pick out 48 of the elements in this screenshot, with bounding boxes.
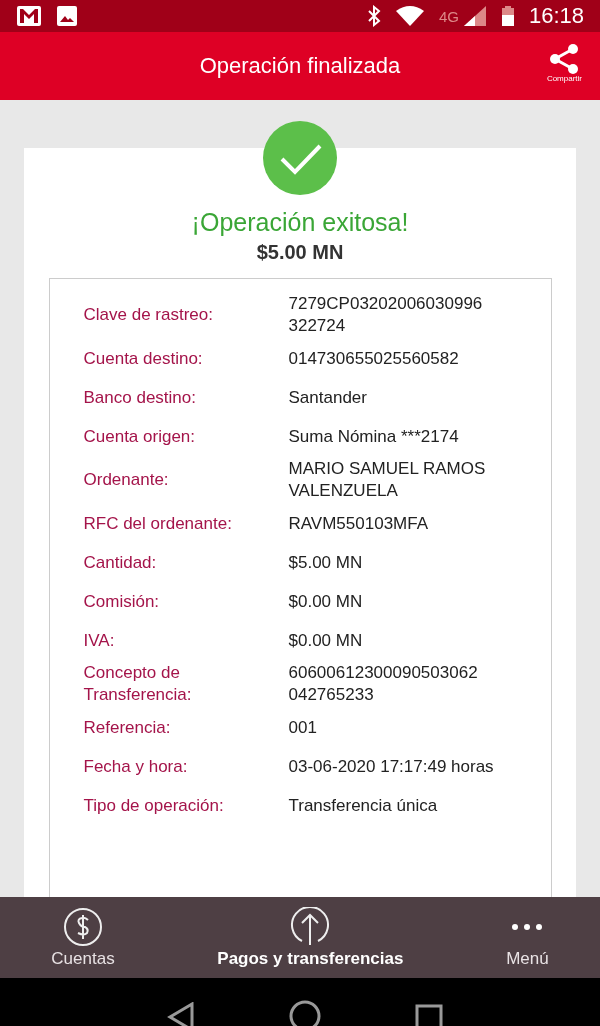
detail-label: Concepto de Transferencia: — [83, 662, 193, 706]
share-icon — [548, 44, 581, 74]
bluetooth-icon — [366, 5, 381, 27]
detail-value: $5.00 MN — [288, 551, 363, 574]
clock: 16:18 — [528, 3, 584, 29]
detail-label: Clave de rastreo: — [83, 304, 214, 326]
detail-label: Comisión: — [83, 590, 161, 613]
share-button[interactable]: Compartir — [546, 44, 582, 83]
screen-title: Operación finalizada — [199, 53, 401, 79]
detail-label: Banco destino: — [83, 386, 197, 409]
image-icon — [56, 5, 78, 27]
detail-value: $0.00 MN — [288, 590, 363, 613]
more-icon — [512, 923, 543, 930]
signal-icon — [462, 5, 487, 27]
mail-icon — [16, 5, 42, 27]
dollar-icon — [63, 906, 103, 947]
back-icon[interactable] — [167, 1002, 195, 1026]
detail-value: 014730655025560582 — [288, 347, 459, 370]
detail-value: Santander — [288, 386, 367, 409]
detail-label: Tipo de operación: — [83, 794, 225, 817]
detail-value: Suma Nómina ***2174 — [288, 425, 459, 448]
detail-label: Cuenta origen: — [83, 425, 197, 448]
detail-value: RAVM550103MFA — [288, 512, 429, 535]
detail-value: 03-06-2020 17:17:49 horas — [288, 755, 494, 778]
network-type: 4G — [438, 7, 459, 25]
detail-label: IVA: — [83, 629, 116, 652]
amount: $5.00 MN — [256, 241, 344, 264]
upload-icon — [290, 906, 331, 947]
detail-label: RFC del ordenante: — [83, 512, 233, 535]
home-icon[interactable] — [289, 1000, 321, 1026]
detail-value: 60600612300090503062 042765233 — [288, 662, 478, 706]
nav-tab[interactable]: Menú — [506, 906, 549, 969]
detail-label: Fecha y hora: — [83, 755, 189, 778]
detail-label: Cantidad: — [83, 551, 158, 574]
detail-label: Referencia: — [83, 716, 172, 739]
success-title: ¡Operación exitosa! — [191, 208, 409, 237]
detail-value: Transferencia única — [288, 794, 438, 817]
detail-value: $0.00 MN — [288, 629, 363, 652]
detail-label: Cuenta destino: — [83, 347, 204, 370]
recents-icon[interactable] — [415, 1004, 443, 1026]
detail-value: 7279CP03202006030996 322724 — [288, 293, 483, 337]
detail-value: 001 — [288, 716, 317, 739]
nav-tab[interactable]: Cuentas — [51, 906, 115, 969]
detail-label: Ordenante: — [83, 469, 170, 491]
nav-tab[interactable]: Pagos y transferencias — [217, 906, 404, 969]
wifi-icon — [394, 5, 425, 27]
battery-icon — [500, 5, 515, 27]
detail-value: MARIO SAMUEL RAMOS VALENZUELA — [288, 458, 486, 502]
